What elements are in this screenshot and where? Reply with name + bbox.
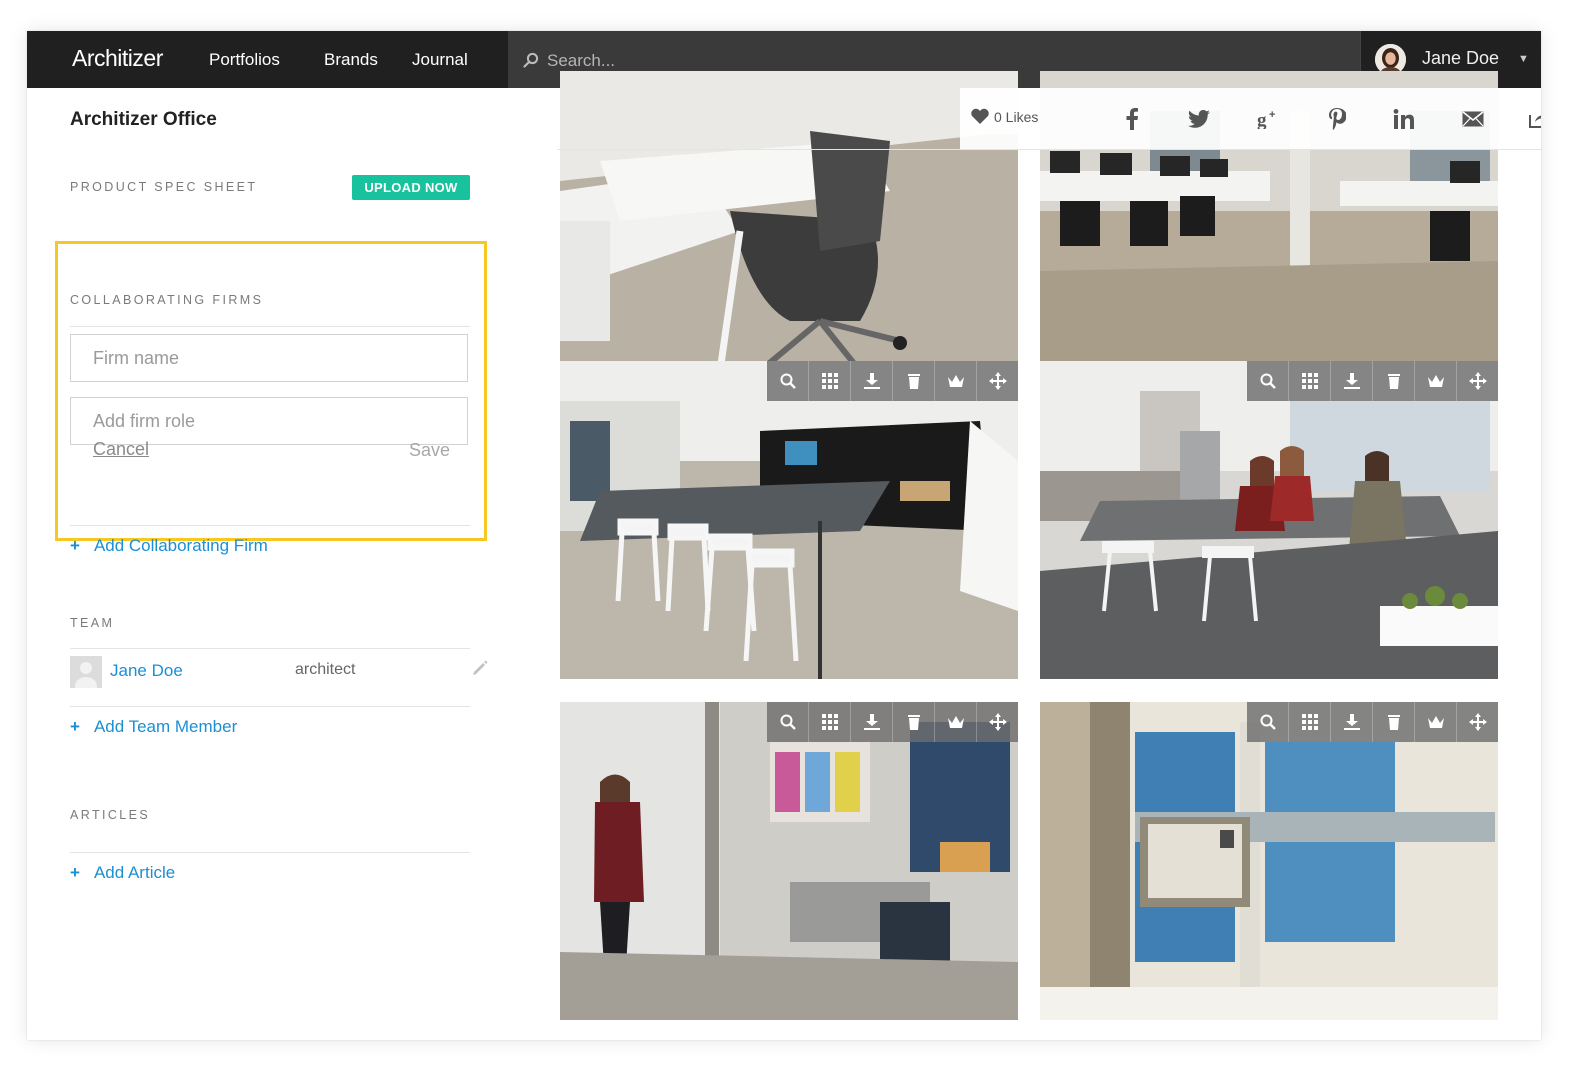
photo-toolbar [767,361,1018,401]
crown-icon[interactable] [934,702,976,742]
upload-now-button[interactable]: UPLOAD NOW [352,175,470,200]
add-team-member-button[interactable]: + Add Team Member [70,717,237,737]
door-sign-photo [1040,702,1498,1020]
zoom-icon[interactable] [767,361,808,401]
cancel-button[interactable]: Cancel [93,439,149,460]
photo-toolbar [1247,702,1498,742]
architizer-logo[interactable]: Architizer [72,45,163,72]
plus-icon: + [70,863,80,882]
divider [70,648,470,649]
nav-portfolios[interactable]: Portfolios [209,50,280,70]
team-member-role: architect [295,661,356,678]
grid-icon[interactable] [808,702,850,742]
add-collaborating-firm-button[interactable]: + Add Collaborating Firm [70,536,268,556]
sidebar: PRODUCT SPEC SHEET UPLOAD NOW COLLABORAT… [27,149,557,1040]
move-icon[interactable] [976,361,1018,401]
firm-role-input[interactable] [70,397,468,445]
gallery-photo-4[interactable] [1040,361,1498,679]
pinterest-icon[interactable] [1325,108,1349,130]
move-icon[interactable] [1456,361,1498,401]
download-icon[interactable] [850,702,892,742]
collaborating-firms-highlight [55,241,487,541]
svg-text:g: g [1257,110,1267,129]
move-icon[interactable] [976,702,1018,742]
crown-icon[interactable] [1414,702,1456,742]
move-icon[interactable] [1456,702,1498,742]
people-at-table-photo [1040,361,1498,679]
add-team-member-label: Add Team Member [93,717,238,736]
download-icon[interactable] [850,361,892,401]
facebook-icon[interactable] [1120,108,1144,130]
divider [70,706,470,707]
heart-icon [971,108,989,124]
gallery-photo-6[interactable] [1040,702,1498,1020]
team-label: TEAM [70,616,115,630]
save-button[interactable]: Save [409,440,450,461]
plus-icon: + [70,717,80,736]
email-icon[interactable] [1461,108,1485,130]
add-article-label: Add Article [93,863,176,882]
grid-icon[interactable] [808,361,850,401]
search-icon [523,52,539,68]
divider [70,852,470,853]
add-collaborating-firm-label: Add Collaborating Firm [93,536,268,555]
zoom-icon[interactable] [767,702,808,742]
likes-count: 0 Likes [994,109,1039,125]
pencil-icon[interactable] [471,659,489,682]
firm-name-input[interactable] [70,334,468,382]
photo-toolbar [767,702,1018,742]
likes-button[interactable]: 0 Likes [970,108,1038,125]
spec-sheet-label: PRODUCT SPEC SHEET [70,180,258,194]
zoom-icon[interactable] [1247,702,1288,742]
add-article-button[interactable]: + Add Article [70,863,175,883]
collaborating-firms-label: COLLABORATING FIRMS [70,293,264,307]
divider [70,525,470,526]
kitchen-table-photo [560,361,1018,679]
trash-icon[interactable] [1372,702,1414,742]
articles-label: ARTICLES [70,808,151,822]
svg-text:+: + [1269,109,1275,121]
trash-icon[interactable] [1372,361,1414,401]
avatar [70,656,102,688]
trash-icon[interactable] [892,702,934,742]
download-icon[interactable] [1330,361,1372,401]
grid-icon[interactable] [1288,702,1330,742]
page-title: Architizer Office [70,109,217,130]
nav-journal[interactable]: Journal [412,50,468,70]
app-window: Architizer Portfolios Brands Journal Jan… [27,31,1541,1040]
grid-icon[interactable] [1288,361,1330,401]
share-icon[interactable] [1527,108,1541,130]
twitter-icon[interactable] [1187,108,1211,130]
lounge-photo [560,702,1018,1020]
gallery-photo-3[interactable] [560,361,1018,679]
nav-brands[interactable]: Brands [324,50,378,70]
plus-icon: + [70,536,80,555]
google-plus-icon[interactable]: g + [1257,108,1281,130]
linkedin-icon[interactable] [1392,108,1416,130]
crown-icon[interactable] [1414,361,1456,401]
trash-icon[interactable] [892,361,934,401]
share-bar: 0 Likes g + [960,88,1541,149]
user-name: Jane Doe [1422,48,1500,68]
download-icon[interactable] [1330,702,1372,742]
photo-toolbar [1247,361,1498,401]
divider [70,326,470,327]
crown-icon[interactable] [934,361,976,401]
zoom-icon[interactable] [1247,361,1288,401]
team-member-name[interactable]: Jane Doe [110,661,183,681]
chevron-down-icon[interactable]: ▼ [1518,53,1529,65]
gallery-photo-5[interactable] [560,702,1018,1020]
